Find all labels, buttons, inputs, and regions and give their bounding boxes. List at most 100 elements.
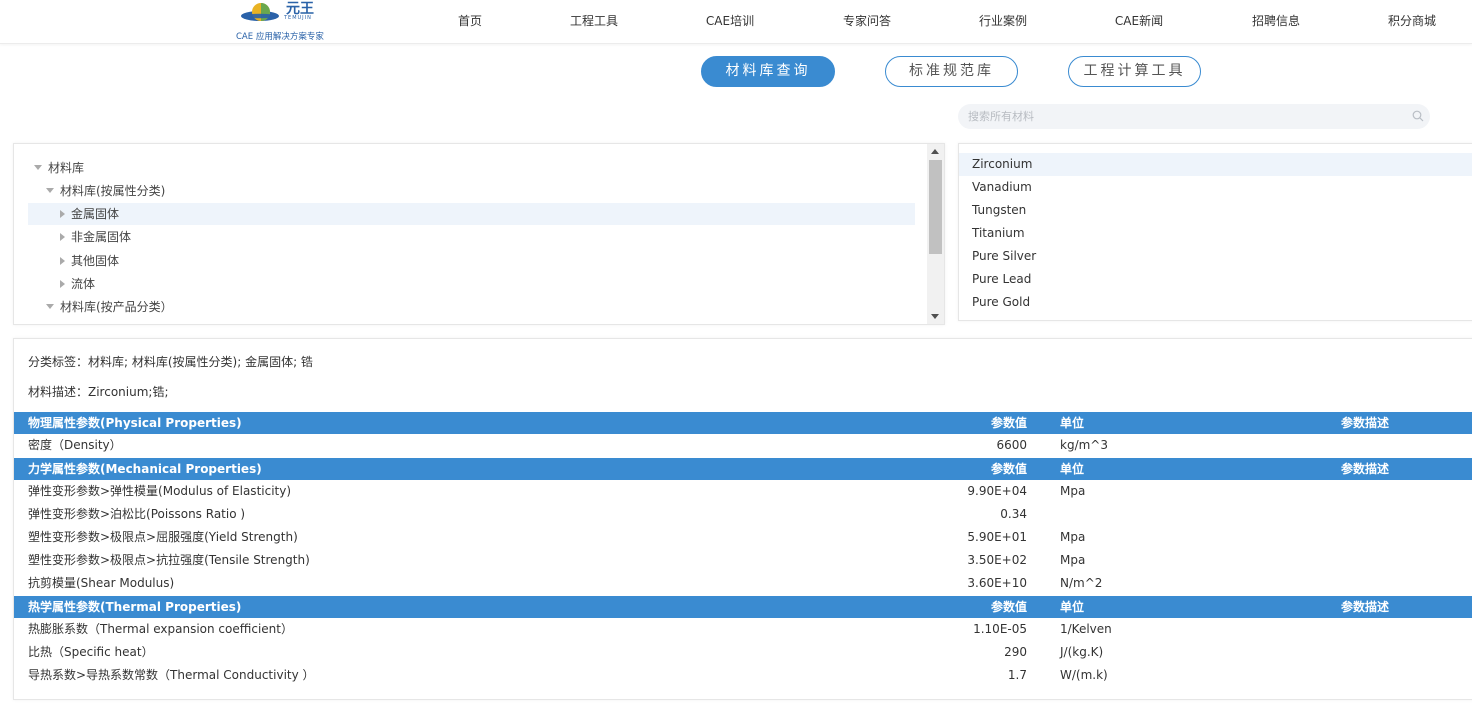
param-value: 6600 [996, 438, 1027, 452]
tree-node-nonmetal-solid[interactable]: 非金属固体 [59, 226, 131, 248]
material-item-pure-lead[interactable]: Pure Lead [959, 268, 1472, 291]
tab-material-library[interactable]: 材料库查询 [701, 56, 835, 87]
table-row: 弹性变形参数>弹性模量(Modulus of Elasticity) 9.90E… [14, 480, 1472, 503]
table-row: 塑性变形参数>极限点>屈服强度(Yield Strength) 5.90E+01… [14, 526, 1472, 549]
tree-node-label: 流体 [71, 277, 96, 291]
caret-right-icon[interactable] [60, 232, 65, 241]
category-tree: 材料库 材料库(按属性分类) 金属固体 非金属固体 其他固体 流体 材料库(按产… [13, 143, 945, 325]
material-search [958, 104, 1430, 129]
param-unit: Mpa [1060, 484, 1086, 498]
material-item-pure-silver[interactable]: Pure Silver [959, 245, 1472, 268]
nav-experts[interactable]: 专家问答 [843, 12, 891, 29]
tree-node-by-property[interactable]: 材料库(按属性分类) [46, 180, 165, 202]
logo-mark-icon [241, 3, 279, 21]
table-row: 抗剪模量(Shear Modulus) 3.60E+10 N/m^2 [14, 572, 1472, 595]
tree-scrollbar[interactable] [927, 144, 944, 324]
nav-tools[interactable]: 工程工具 [570, 12, 618, 29]
param-unit: Mpa [1060, 530, 1086, 544]
column-unit-header: 单位 [1060, 600, 1085, 614]
column-desc-header: 参数描述 [1341, 416, 1390, 430]
site-header: 元王 TEMUJIN CAE 应用解决方案专家 首页 工程工具 CAE培训 专家… [0, 0, 1472, 44]
param-unit: Mpa [1060, 553, 1086, 567]
param-unit: 1/Kelven [1060, 622, 1112, 636]
material-item-tungsten[interactable]: Tungsten [959, 199, 1472, 222]
material-item-titanium[interactable]: Titanium [959, 222, 1472, 245]
param-value: 1.7 [1007, 668, 1027, 682]
column-desc-header: 参数描述 [1341, 462, 1390, 476]
tree-node-label: 材料库(按产品分类） [60, 300, 173, 314]
scrollbar-thumb[interactable] [929, 160, 942, 254]
section-header-mechanical: 力学属性参数(Mechanical Properties) 参数值 单位 参数描… [14, 458, 1472, 480]
material-description: 材料描述：Zirconium;锆; [28, 385, 169, 399]
param-value: 0.34 [1000, 507, 1027, 521]
param-unit: kg/m^3 [1060, 438, 1108, 452]
column-value-header: 参数值 [990, 600, 1027, 614]
main-nav: 首页 工程工具 CAE培训 专家问答 行业案例 CAE新闻 招聘信息 积分商城 [420, 0, 1472, 40]
caret-down-icon[interactable] [46, 304, 54, 309]
search-icon[interactable] [1412, 110, 1424, 122]
tree-node-root[interactable]: 材料库 [34, 157, 84, 179]
param-unit: N/m^2 [1060, 576, 1103, 590]
caret-right-icon[interactable] [60, 256, 65, 265]
logo-english: TEMUJIN [284, 15, 312, 21]
logo-tagline: CAE 应用解决方案专家 [236, 32, 324, 42]
section-title: 物理属性参数(Physical Properties) [28, 416, 242, 430]
param-name: 塑性变形参数>极限点>屈服强度(Yield Strength) [28, 530, 298, 544]
caret-down-icon[interactable] [34, 165, 42, 170]
column-value-header: 参数值 [990, 462, 1027, 476]
nav-jobs[interactable]: 招聘信息 [1252, 12, 1300, 29]
tree-node-label: 其他固体 [71, 254, 120, 268]
tree-node-other-solid[interactable]: 其他固体 [59, 250, 119, 272]
param-name: 热膨胀系数（Thermal expansion coefficient） [28, 622, 293, 636]
tree-node-by-product[interactable]: 材料库(按产品分类） [46, 296, 173, 318]
tree-node-label: 材料库(按属性分类) [60, 184, 166, 198]
tree-node-label: 非金属固体 [71, 230, 132, 244]
caret-right-icon[interactable] [60, 279, 65, 288]
table-row: 密度（Density） 6600 kg/m^3 [14, 434, 1472, 457]
param-name: 导热系数>导热系数常数（Thermal Conductivity ） [28, 668, 315, 682]
search-input[interactable] [968, 108, 1398, 125]
param-value: 290 [1004, 645, 1027, 659]
tab-standards-library[interactable]: 标准规范库 [885, 56, 1018, 87]
tree-node-fluid[interactable]: 流体 [59, 273, 95, 295]
material-detail: 分类标签：材料库; 材料库(按属性分类); 金属固体; 锆 材料描述：Zirco… [13, 338, 1472, 700]
param-unit: W/(m.k) [1060, 668, 1108, 682]
scroll-up-arrow-icon[interactable] [931, 149, 939, 154]
material-item-vanadium[interactable]: Vanadium [959, 176, 1472, 199]
table-row: 弹性变形参数>泊松比(Poissons Ratio ) 0.34 [14, 503, 1472, 526]
param-name: 塑性变形参数>极限点>抗拉强度(Tensile Strength) [28, 553, 310, 567]
param-value: 3.60E+10 [967, 576, 1027, 590]
tree-node-metal-solid[interactable]: 金属固体 [28, 203, 915, 225]
material-list: Zirconium Vanadium Tungsten Titanium Pur… [958, 143, 1472, 321]
param-name: 弹性变形参数>泊松比(Poissons Ratio ) [28, 507, 246, 521]
section-title: 力学属性参数(Mechanical Properties) [28, 462, 262, 476]
table-row: 塑性变形参数>极限点>抗拉强度(Tensile Strength) 3.50E+… [14, 549, 1472, 572]
material-item-zirconium[interactable]: Zirconium [959, 153, 1472, 176]
section-header-physical: 物理属性参数(Physical Properties) 参数值 单位 参数描述 [14, 412, 1472, 434]
material-item-pure-gold[interactable]: Pure Gold [959, 291, 1472, 314]
site-logo[interactable]: 元王 TEMUJIN CAE 应用解决方案专家 [236, 0, 326, 44]
param-value: 5.90E+01 [967, 530, 1027, 544]
param-name: 弹性变形参数>弹性模量(Modulus of Elasticity) [28, 484, 292, 498]
param-value: 9.90E+04 [967, 484, 1027, 498]
table-row: 比热（Specific heat） 290 J/(kg.K) [14, 641, 1472, 664]
column-value-header: 参数值 [990, 416, 1027, 430]
category-tags: 分类标签：材料库; 材料库(按属性分类); 金属固体; 锆 [28, 355, 313, 369]
scroll-down-arrow-icon[interactable] [931, 314, 939, 319]
nav-news[interactable]: CAE新闻 [1115, 12, 1163, 29]
nav-home[interactable]: 首页 [458, 12, 482, 29]
nav-shop[interactable]: 积分商城 [1388, 12, 1436, 29]
caret-down-icon[interactable] [46, 188, 54, 193]
nav-cases[interactable]: 行业案例 [979, 12, 1027, 29]
param-name: 比热（Specific heat） [28, 645, 154, 659]
caret-right-icon[interactable] [60, 209, 65, 218]
section-header-thermal: 热学属性参数(Thermal Properties) 参数值 单位 参数描述 [14, 596, 1472, 618]
table-row: 热膨胀系数（Thermal expansion coefficient） 1.1… [14, 618, 1472, 641]
tree-node-label: 材料库 [48, 161, 85, 175]
param-name: 密度（Density） [28, 438, 122, 452]
param-unit: J/(kg.K) [1060, 645, 1104, 659]
tab-calc-tools[interactable]: 工程计算工具 [1068, 56, 1201, 87]
nav-training[interactable]: CAE培训 [706, 12, 754, 29]
tree-node-label: 金属固体 [71, 207, 120, 221]
param-name: 抗剪模量(Shear Modulus) [28, 576, 175, 590]
